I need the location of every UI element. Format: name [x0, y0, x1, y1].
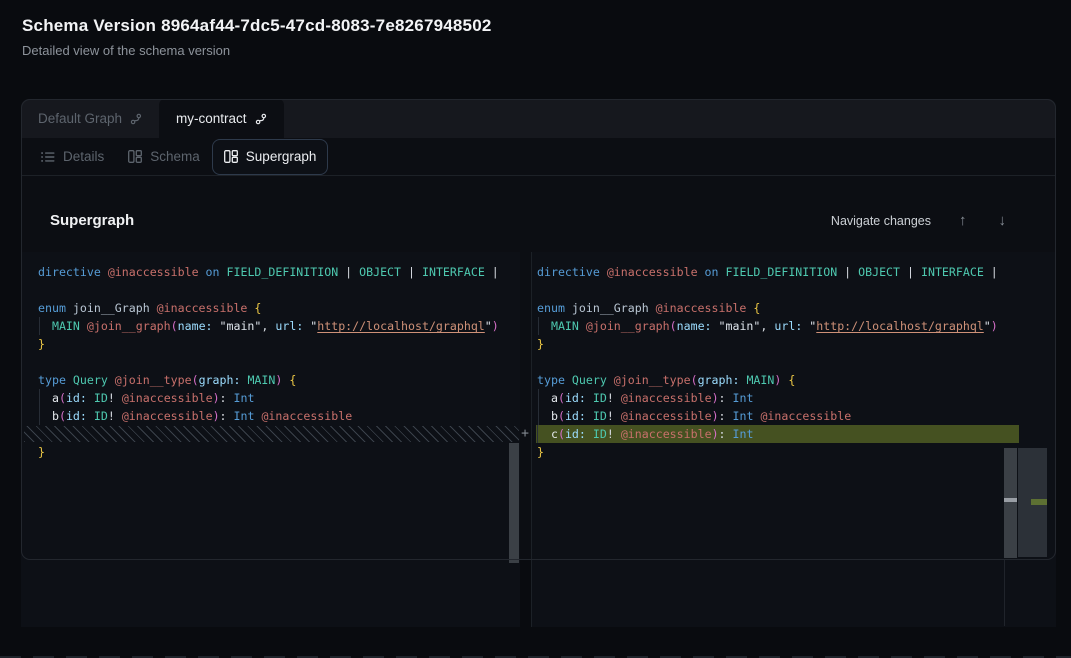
added-code-line: c(id: ID! @inaccessible): Int	[536, 425, 1019, 443]
previous-change-button[interactable]: ↑	[955, 212, 971, 229]
code-line: b(id: ID! @inaccessible): Int @inaccessi…	[38, 407, 520, 425]
panels-icon	[128, 150, 142, 163]
minimap-added-marker	[1031, 499, 1047, 505]
subtab-schema[interactable]: Schema	[116, 139, 212, 175]
code-line: enum join__Graph @inaccessible {	[537, 299, 1056, 317]
page-header: Schema Version 8964af44-7dc5-47cd-8083-7…	[22, 16, 492, 58]
list-icon	[41, 151, 55, 163]
graph-tabbar: Default Graph my-contract	[21, 99, 1056, 138]
diff-added-marker: +	[518, 425, 532, 443]
arrow-up-icon: ↑	[959, 212, 967, 229]
code-line: }	[537, 335, 1056, 353]
code-line: type Query @join__type(graph: MAIN) {	[537, 371, 1056, 389]
navigate-changes-label: Navigate changes	[831, 214, 931, 228]
code-line: b(id: ID! @inaccessible): Int @inaccessi…	[537, 407, 1056, 425]
code-line: MAIN @join__graph(name: "main", url: "ht…	[537, 317, 1056, 335]
tab-label: Default Graph	[38, 111, 122, 126]
right-scrollbar[interactable]	[1004, 448, 1017, 558]
fork-icon	[255, 113, 267, 125]
code-line	[38, 353, 520, 371]
fork-icon	[130, 113, 142, 125]
page-title: Schema Version 8964af44-7dc5-47cd-8083-7…	[22, 16, 492, 36]
left-scrollbar[interactable]	[509, 443, 519, 563]
code-line: }	[38, 335, 520, 353]
schema-diff-editor: directive @inaccessible on FIELD_DEFINIT…	[21, 252, 1056, 627]
code-line	[38, 281, 520, 299]
code-line: }	[537, 443, 1056, 461]
code-line	[537, 353, 1056, 371]
tab-default-graph[interactable]: Default Graph	[21, 99, 159, 138]
code-line: MAIN @join__graph(name: "main", url: "ht…	[38, 317, 520, 335]
page-subtitle: Detailed view of the schema version	[22, 43, 492, 58]
next-change-button[interactable]: ↓	[995, 212, 1011, 229]
arrow-down-icon: ↓	[999, 212, 1007, 229]
code-line	[537, 281, 1056, 299]
code-line: enum join__Graph @inaccessible {	[38, 299, 520, 317]
code-line: directive @inaccessible on FIELD_DEFINIT…	[537, 263, 1056, 281]
panels-icon	[224, 150, 238, 163]
overview-ruler-change-marker	[1004, 498, 1017, 502]
panel-head: Supergraph Navigate changes ↑ ↓	[50, 212, 1010, 229]
diff-spacer-line	[24, 426, 519, 442]
subtab-label: Supergraph	[246, 149, 317, 164]
subtab-details[interactable]: Details	[29, 139, 116, 175]
tab-label: my-contract	[176, 111, 247, 126]
minimap-edge-line	[1004, 560, 1005, 626]
code-line: a(id: ID! @inaccessible): Int	[38, 389, 520, 407]
subtab-supergraph[interactable]: Supergraph	[212, 139, 329, 175]
panel-title: Supergraph	[50, 212, 134, 229]
subtab-label: Schema	[150, 149, 200, 164]
tab-my-contract[interactable]: my-contract	[159, 99, 284, 138]
view-subtabbar: Details Schema Supergraph	[21, 138, 1056, 176]
diff-pane-original[interactable]: directive @inaccessible on FIELD_DEFINIT…	[21, 252, 520, 627]
code-line: a(id: ID! @inaccessible): Int	[537, 389, 1056, 407]
subtab-label: Details	[63, 149, 104, 164]
navigate-changes: Navigate changes ↑ ↓	[831, 212, 1010, 229]
code-line: }	[38, 443, 520, 461]
code-line: directive @inaccessible on FIELD_DEFINIT…	[38, 263, 520, 281]
code-line: type Query @join__type(graph: MAIN) {	[38, 371, 520, 389]
diff-pane-modified[interactable]: directive @inaccessible on FIELD_DEFINIT…	[531, 252, 1056, 627]
